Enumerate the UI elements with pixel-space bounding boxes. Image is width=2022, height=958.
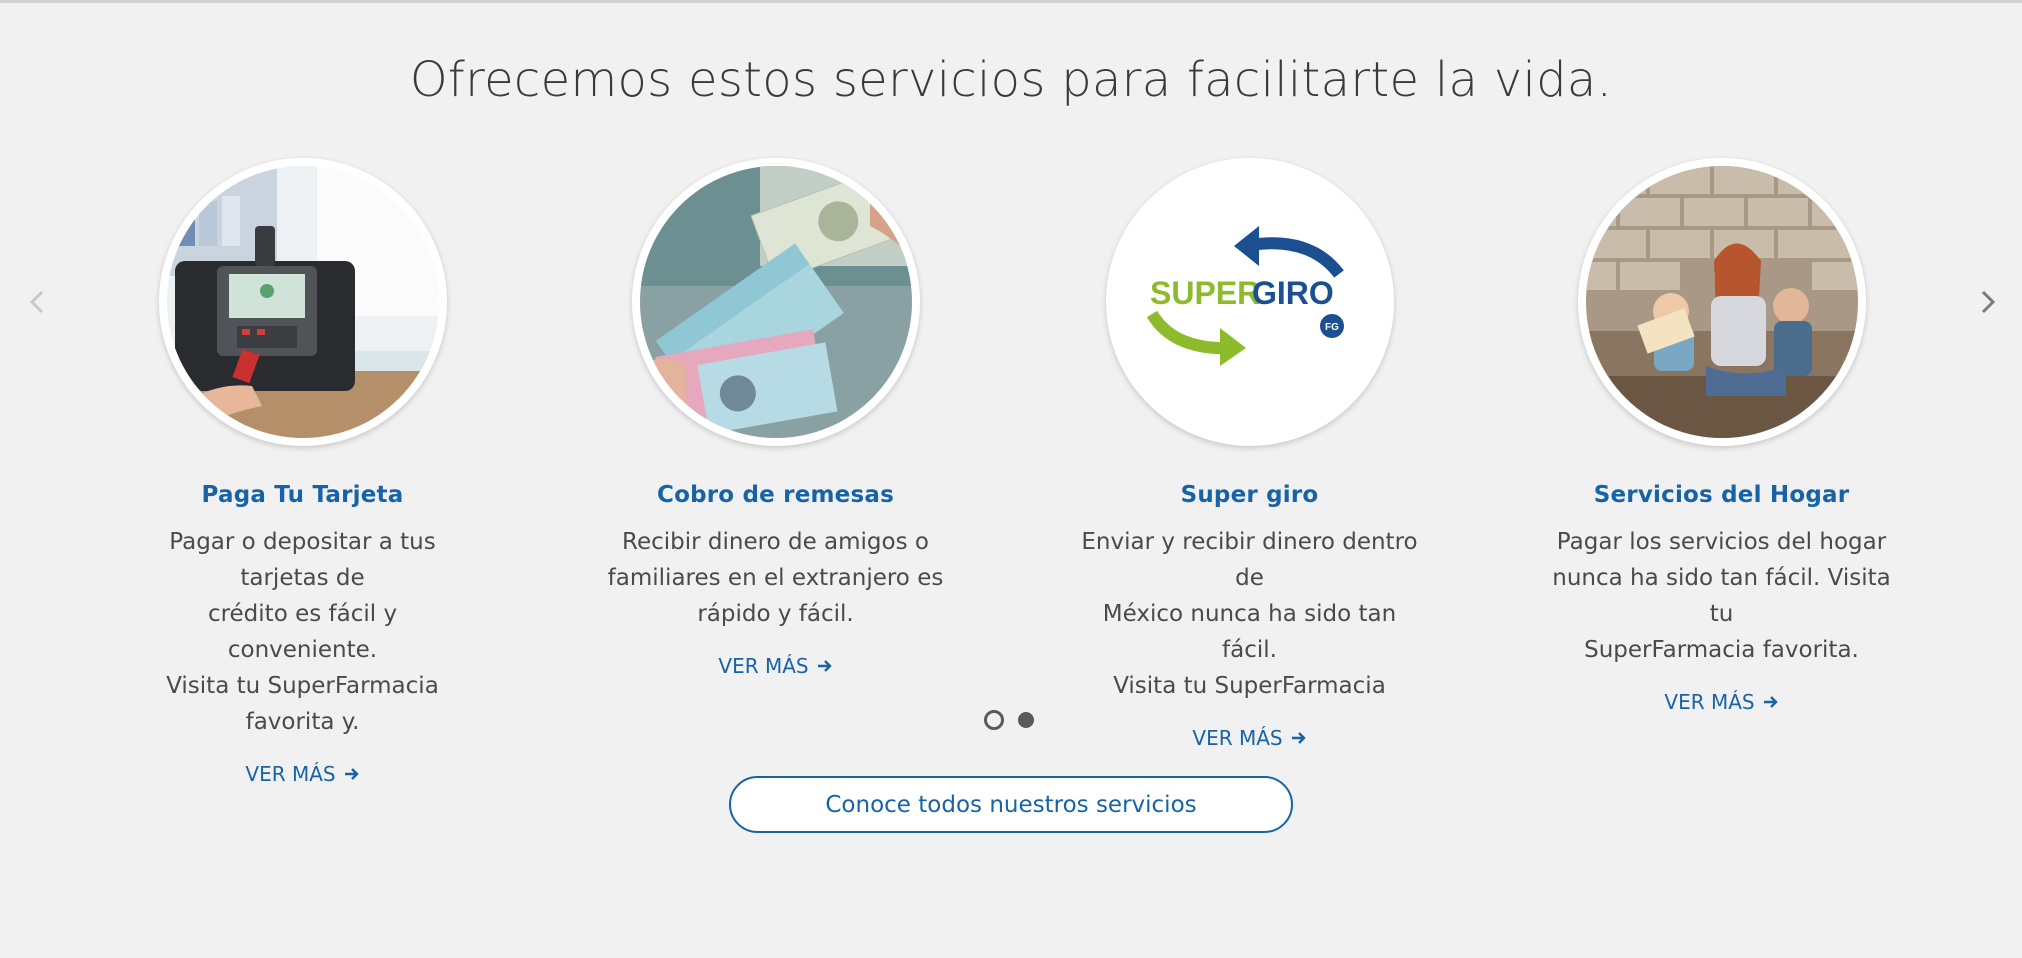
carousel-dot-2[interactable] (1018, 712, 1034, 728)
arrow-right-icon (1763, 696, 1778, 708)
ver-mas-link[interactable]: VER MÁS (245, 762, 359, 786)
section-heading: Ofrecemos estos servicios para facilitar… (409, 52, 1613, 108)
service-card-cobro-remesas: Cobro de remesas Recibir dinero de amigo… (603, 158, 948, 678)
arrow-right-icon (1291, 732, 1306, 744)
card-description: Enviar y recibir dinero dentro de México… (1081, 529, 1418, 699)
card-description: Recibir dinero de amigos o familiares en… (607, 529, 944, 627)
all-services-button[interactable]: Conoce todos nuestros servicios (729, 776, 1293, 833)
card-description: Pagar o depositar a tus tarjetas de créd… (166, 529, 439, 735)
card-description: Pagar los servicios del hogar nunca ha s… (1552, 529, 1891, 663)
super-giro-logo: SUPER GIRO FG (1113, 166, 1386, 438)
carousel-pagination (984, 710, 1034, 730)
remittance-image[interactable] (631, 158, 920, 446)
svg-text:FG: FG (1325, 322, 1339, 333)
carousel-dot-1[interactable] (984, 710, 1004, 730)
carousel-next-button[interactable] (1973, 285, 2003, 319)
service-card-servicios-hogar: Servicios del Hogar Pagar los servicios … (1549, 158, 1894, 714)
chevron-left-icon (29, 290, 44, 314)
carousel-prev-button[interactable] (22, 285, 52, 319)
svg-text:SUPER: SUPER (1150, 275, 1260, 311)
arrow-right-icon (817, 660, 832, 672)
chevron-right-icon (1981, 290, 1996, 314)
svg-text:GIRO: GIRO (1252, 275, 1334, 311)
card-terminal-illustration (166, 166, 439, 438)
card-title: Paga Tu Tarjeta (201, 482, 404, 508)
banknotes-illustration (639, 166, 912, 438)
service-card-super-giro: SUPER GIRO FG Super giro Enviar y recibi… (1077, 158, 1422, 750)
card-title: Super giro (1180, 482, 1319, 508)
card-payment-image[interactable] (158, 158, 447, 446)
card-title: Servicios del Hogar (1593, 482, 1850, 508)
service-card-paga-tarjeta: Paga Tu Tarjeta Pagar o depositar a tus … (130, 158, 475, 786)
ver-mas-link[interactable]: VER MÁS (1192, 726, 1306, 750)
arrow-right-icon (344, 768, 359, 780)
family-reading-illustration (1585, 166, 1858, 438)
top-divider (0, 0, 2022, 3)
super-giro-logo-image[interactable]: SUPER GIRO FG (1105, 158, 1394, 446)
card-title: Cobro de remesas (657, 482, 894, 508)
ver-mas-link[interactable]: VER MÁS (718, 654, 832, 678)
home-services-image[interactable] (1577, 158, 1866, 446)
services-section: Ofrecemos estos servicios para facilitar… (0, 0, 2022, 958)
ver-mas-link[interactable]: VER MÁS (1664, 690, 1778, 714)
